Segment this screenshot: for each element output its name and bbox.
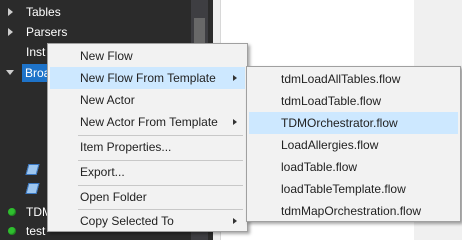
- submenu-arrow-icon: [233, 75, 237, 81]
- flow-file-icon: [25, 164, 40, 175]
- tree-item-label: Inst: [26, 45, 46, 59]
- submenu-item-loadallergies[interactable]: LoadAllergies.flow: [249, 134, 458, 156]
- tree-item-label: test: [26, 224, 46, 238]
- menu-item-label: New Actor: [80, 93, 135, 107]
- menu-item-label: Item Properties...: [80, 140, 172, 154]
- submenu-item-label: tdmLoadTable.flow: [281, 94, 382, 108]
- tree-item-tables[interactable]: Tables: [0, 2, 190, 22]
- submenu-item-label: tdmLoadAllTables.flow: [281, 72, 401, 86]
- context-menu: New Flow New Flow From Template New Acto…: [47, 43, 248, 232]
- submenu-item-loadtable[interactable]: loadTable.flow: [249, 156, 458, 178]
- submenu-item-tdmloadalltables[interactable]: tdmLoadAllTables.flow: [249, 68, 458, 90]
- status-green-icon: [8, 227, 16, 235]
- submenu-arrow-icon: [233, 119, 237, 125]
- tree-item-label: Tables: [26, 5, 61, 19]
- submenu-item-label: tdmMapOrchestration.flow: [281, 204, 422, 218]
- flow-file-icon: [25, 183, 40, 194]
- expand-arrow-icon[interactable]: [8, 28, 13, 36]
- menu-item-label: Export...: [80, 165, 125, 179]
- submenu-item-tdmloadtable[interactable]: tdmLoadTable.flow: [249, 90, 458, 112]
- submenu-item-label: loadTable.flow: [281, 160, 358, 174]
- submenu-item-label: TDMOrchestrator.flow: [281, 116, 398, 130]
- menu-item-label: New Flow From Template: [80, 71, 216, 85]
- menu-item-new-actor[interactable]: New Actor: [50, 89, 245, 111]
- submenu-arrow-icon: [233, 218, 237, 224]
- collapse-arrow-icon[interactable]: [6, 70, 14, 75]
- menu-item-export[interactable]: Export...: [50, 161, 245, 183]
- submenu-item-label: loadTableTemplate.flow: [281, 182, 406, 196]
- template-submenu: tdmLoadAllTables.flow tdmLoadTable.flow …: [246, 66, 461, 222]
- menu-item-new-flow-from-template[interactable]: New Flow From Template: [50, 67, 245, 89]
- menu-item-new-flow[interactable]: New Flow: [50, 45, 245, 67]
- menu-item-label: New Actor From Template: [80, 115, 218, 129]
- submenu-item-tdmorchestrator[interactable]: TDMOrchestrator.flow: [249, 112, 458, 134]
- submenu-item-loadtabletemplate[interactable]: loadTableTemplate.flow: [249, 178, 458, 200]
- tree-item-label: Parsers: [26, 25, 68, 39]
- menu-item-open-folder[interactable]: Open Folder: [50, 186, 245, 208]
- menu-item-item-properties[interactable]: Item Properties...: [50, 136, 245, 158]
- menu-item-label: New Flow: [80, 49, 133, 63]
- submenu-item-label: LoadAllergies.flow: [281, 138, 379, 152]
- submenu-item-tdmmaporchestration[interactable]: tdmMapOrchestration.flow: [249, 200, 458, 222]
- status-green-icon: [8, 208, 16, 216]
- menu-item-new-actor-from-template[interactable]: New Actor From Template: [50, 111, 245, 133]
- menu-item-copy-selected-to[interactable]: Copy Selected To: [50, 210, 245, 232]
- menu-item-label: Copy Selected To: [80, 214, 174, 228]
- menu-item-label: Open Folder: [80, 190, 147, 204]
- expand-arrow-icon[interactable]: [8, 8, 13, 16]
- tree-item-parsers[interactable]: Parsers: [0, 22, 190, 42]
